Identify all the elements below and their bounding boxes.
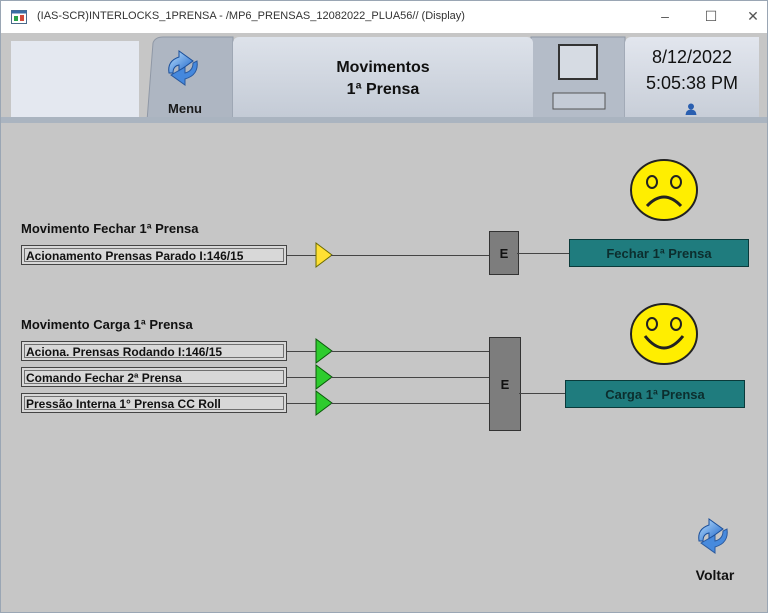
minimize-button[interactable]: – — [643, 3, 687, 29]
date-display: 8/12/2022 — [651, 47, 733, 67]
time-display: 5:05:38 PM — [645, 73, 739, 93]
and-gate-1: E — [489, 231, 519, 275]
header: Menu Movimentos 1ª Prensa 8/12/2022 5:05… — [1, 33, 767, 123]
wire — [331, 403, 489, 404]
menu-label: Menu — [168, 101, 202, 116]
back-arrow-icon — [698, 518, 728, 554]
back-button[interactable]: Voltar — [685, 515, 745, 587]
square-icon — [552, 44, 606, 110]
screen-subtitle: 1ª Prensa — [346, 81, 420, 98]
menu-arrow-icon — [168, 50, 198, 86]
wire — [287, 255, 317, 256]
group1-title: Movimento Fechar 1ª Prensa — [21, 221, 199, 236]
wire — [519, 393, 565, 394]
back-label: Voltar — [695, 567, 735, 583]
wire — [517, 253, 569, 254]
wire — [331, 377, 489, 378]
logo-area — [11, 41, 139, 123]
title-bar: (IAS-SCR)INTERLOCKS_1PRENSA - /MP6_PRENS… — [1, 1, 767, 33]
happy-face-icon — [630, 303, 698, 365]
group1-input-1: Acionamento Prensas Parado I:146/15 — [21, 245, 287, 265]
wire — [331, 351, 489, 352]
wire — [287, 377, 317, 378]
datetime-panel: 8/12/2022 5:05:38 PM — [625, 37, 759, 117]
user-icon — [685, 103, 697, 115]
group2-title: Movimento Carga 1ª Prensa — [21, 317, 193, 332]
group2-input-3: Pressão Interna 1° Prensa CC Roll — [21, 393, 287, 413]
screen-title: Movimentos — [336, 59, 430, 76]
screen-title-panel: Movimentos 1ª Prensa — [233, 37, 533, 117]
menu-button[interactable]: Menu — [147, 37, 223, 119]
group2-input-2: Comando Fechar 2ª Prensa — [21, 367, 287, 387]
wire — [331, 255, 489, 256]
app-window: (IAS-SCR)INTERLOCKS_1PRENSA - /MP6_PRENS… — [0, 0, 768, 613]
header-bottom-strip — [1, 117, 767, 123]
close-button[interactable]: ✕ — [733, 3, 767, 29]
maximize-button[interactable]: ☐ — [689, 3, 733, 29]
display-button[interactable] — [533, 37, 625, 117]
wire — [287, 351, 317, 352]
group2-input-1: Aciona. Prensas Rodando I:146/15 — [21, 341, 287, 361]
sad-face-icon — [630, 159, 698, 221]
and-gate-2: E — [489, 337, 521, 431]
output-fechar-1-prensa[interactable]: Fechar 1ª Prensa — [569, 239, 749, 267]
wire — [287, 403, 317, 404]
window-title: (IAS-SCR)INTERLOCKS_1PRENSA - /MP6_PRENS… — [37, 10, 465, 22]
output-carga-1-prensa[interactable]: Carga 1ª Prensa — [565, 380, 745, 408]
app-icon — [11, 10, 27, 24]
